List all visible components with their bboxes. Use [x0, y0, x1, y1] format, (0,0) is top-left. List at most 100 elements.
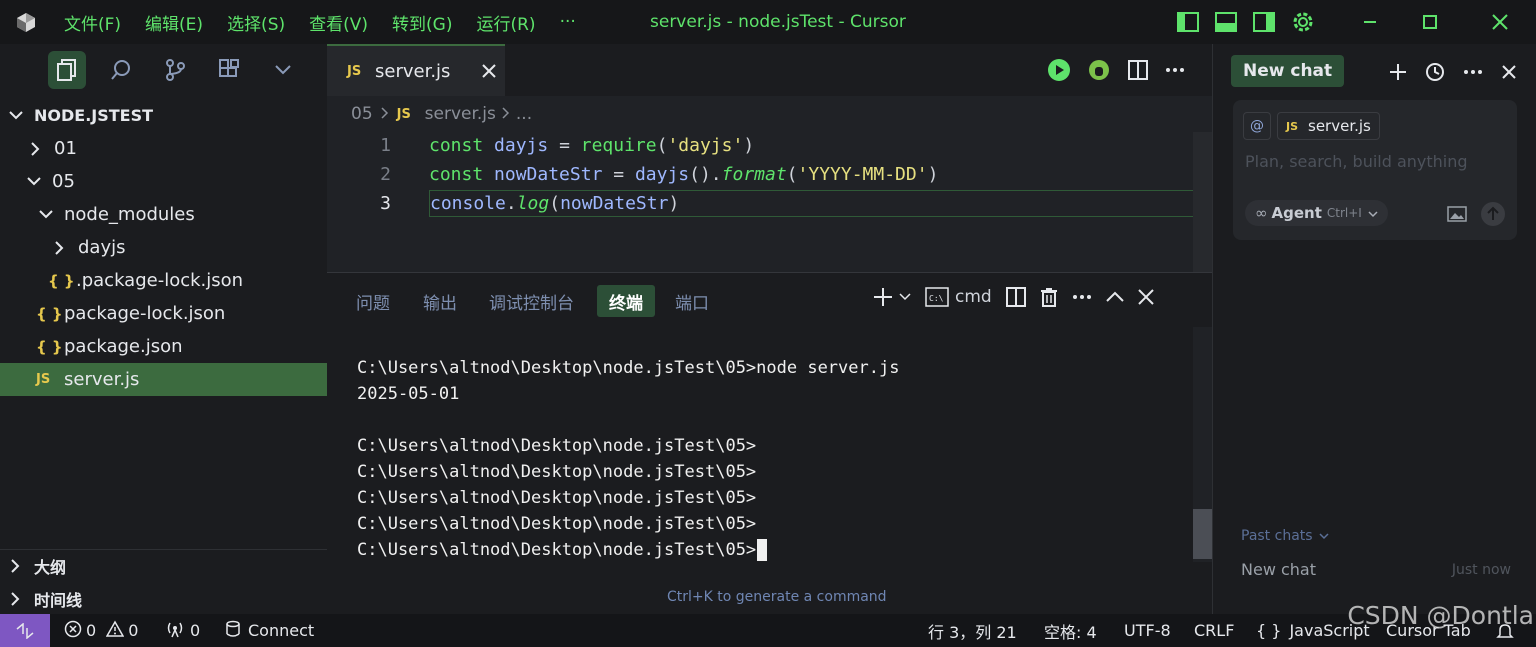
chevron-down-icon[interactable] — [264, 51, 302, 89]
connect-status[interactable]: Connect — [226, 614, 314, 647]
line-number: 2 — [380, 164, 391, 185]
tab-terminal[interactable]: 终端 — [597, 285, 655, 317]
file-server-js[interactable]: JS server.js — [0, 363, 327, 396]
terminal-line: C:\Users\altnod\Desktop\node.jsTest\05>n… — [357, 358, 900, 378]
chat-input-placeholder[interactable]: Plan, search, build anything — [1245, 152, 1468, 171]
search-icon[interactable] — [102, 51, 140, 89]
code-line-3[interactable]: 3 console. log(nowDateStr) — [327, 189, 1212, 218]
add-context-button[interactable]: @ — [1243, 112, 1271, 140]
run-icon[interactable] — [1047, 58, 1071, 82]
outline-section-header[interactable]: 大纲 — [0, 549, 327, 582]
problems-status[interactable]: 0 0 — [64, 614, 138, 647]
folder-05[interactable]: 05 — [0, 165, 327, 198]
more-actions-icon[interactable] — [1165, 67, 1185, 73]
new-chat-tab[interactable]: New chat — [1231, 55, 1345, 87]
terminal-shell-label[interactable]: cmd — [955, 287, 992, 307]
outline-title: 大纲 — [34, 558, 67, 577]
tab-debug-console[interactable]: 调试控制台 — [489, 285, 574, 317]
close-chat-icon[interactable] — [1501, 64, 1517, 80]
tab-ports[interactable]: 端口 — [675, 285, 709, 317]
menu-file[interactable]: 文件(F) — [64, 10, 121, 35]
cursor-position[interactable]: 行 3，列 21 — [928, 614, 1017, 647]
token: ( — [549, 193, 561, 214]
add-chat-icon[interactable] — [1389, 63, 1407, 81]
terminal-scrollbar[interactable] — [1193, 327, 1212, 562]
past-chats-header[interactable]: Past chats — [1241, 528, 1329, 544]
context-file-pill[interactable]: JS server.js — [1277, 112, 1380, 140]
editor-scrollbar[interactable] — [1193, 132, 1212, 272]
breadcrumb-file[interactable]: server.js — [425, 104, 496, 124]
file-package-lock[interactable]: { } package-lock.json — [0, 297, 327, 330]
scrollbar-thumb[interactable] — [1193, 509, 1212, 559]
encoding[interactable]: UTF-8 — [1124, 614, 1171, 647]
toggle-primary-sidebar-icon[interactable] — [1176, 11, 1200, 33]
trash-icon[interactable] — [1040, 287, 1058, 307]
folder-dayjs[interactable]: dayjs — [0, 231, 327, 264]
token: format — [721, 164, 787, 185]
agent-mode-selector[interactable]: ∞ Agent Ctrl+I — [1245, 200, 1388, 226]
split-terminal-icon[interactable] — [1005, 287, 1026, 307]
close-panel-icon[interactable] — [1137, 289, 1154, 305]
minimize-icon[interactable] — [1350, 14, 1390, 30]
folder-node-modules[interactable]: node_modules — [0, 198, 327, 231]
menu-more[interactable]: ··· — [560, 12, 576, 32]
menu-go[interactable]: 转到(G) — [392, 10, 452, 35]
maximize-icon[interactable] — [1390, 14, 1470, 30]
ports-status[interactable]: 0 — [166, 614, 200, 647]
timeline-section-header[interactable]: 时间线 — [0, 582, 327, 615]
close-window-icon[interactable] — [1470, 13, 1530, 31]
menu-run[interactable]: 运行(R) — [476, 10, 535, 35]
tab-output[interactable]: 输出 — [423, 285, 457, 317]
close-tab-icon[interactable] — [482, 64, 497, 78]
toggle-secondary-sidebar-icon[interactable] — [1252, 11, 1276, 33]
new-terminal-icon[interactable] — [873, 287, 893, 307]
extensions-icon[interactable] — [210, 51, 248, 89]
remote-indicator-icon[interactable] — [0, 614, 50, 647]
toggle-panel-icon[interactable] — [1214, 11, 1238, 33]
menu-view[interactable]: 查看(V) — [309, 10, 368, 35]
file-hidden-package-lock[interactable]: { } .package-lock.json — [0, 264, 327, 297]
warning-count: 0 — [128, 621, 139, 640]
chevron-down-icon[interactable] — [899, 293, 911, 301]
status-bar: 0 0 0 Connect 行 3，列 21 空格: 4 UTF-8 CRLF … — [0, 614, 1536, 647]
menu-edit[interactable]: 编辑(E) — [145, 10, 203, 35]
code-line-2[interactable]: 2 const nowDateStr = dayjs().format('YYY… — [327, 160, 1212, 189]
tab-label: server.js — [375, 60, 451, 82]
chat-input-box[interactable]: @ JS server.js Plan, search, build anyth… — [1233, 100, 1517, 240]
title-bar: 文件(F) 编辑(E) 选择(S) 查看(V) 转到(G) 运行(R) ··· … — [0, 0, 1536, 44]
past-chat-item[interactable]: New chat Just now — [1241, 560, 1511, 582]
broadcast-icon — [166, 620, 184, 642]
debug-run-icon[interactable] — [1087, 58, 1111, 82]
explorer-icon[interactable] — [48, 51, 86, 89]
line-ending[interactable]: CRLF — [1194, 614, 1234, 647]
tab-server-js[interactable]: JS server.js — [327, 44, 505, 96]
folder-01[interactable]: 01 — [0, 132, 327, 165]
settings-gear-icon[interactable] — [1290, 9, 1316, 35]
past-chat-title: New chat — [1241, 560, 1316, 579]
tab-problems[interactable]: 问题 — [356, 285, 390, 317]
agent-shortcut: Ctrl+I — [1326, 206, 1362, 220]
code-editor[interactable]: 05 JS server.js ... 1 const dayjs = requ… — [327, 96, 1212, 272]
ports-count: 0 — [190, 621, 201, 640]
token: dayjs — [634, 164, 690, 185]
line-number: 1 — [380, 135, 391, 156]
file-package-json[interactable]: { } package.json — [0, 330, 327, 363]
code-line-1[interactable]: 1 const dayjs = require('dayjs') — [327, 131, 1212, 160]
explorer-root-header[interactable]: NODE.JSTEST — [0, 99, 327, 132]
history-icon[interactable] — [1425, 62, 1445, 82]
source-control-icon[interactable] — [156, 51, 194, 89]
indentation[interactable]: 空格: 4 — [1044, 614, 1097, 647]
more-actions-icon[interactable] — [1463, 69, 1483, 75]
explorer-root-title: NODE.JSTEST — [34, 106, 154, 125]
breadcrumb-folder[interactable]: 05 — [351, 104, 373, 124]
chevron-down-icon — [1368, 204, 1378, 222]
more-actions-icon[interactable] — [1072, 294, 1092, 300]
split-editor-icon[interactable] — [1127, 59, 1149, 81]
send-button[interactable] — [1481, 202, 1505, 226]
breadcrumb-more[interactable]: ... — [516, 104, 532, 124]
terminal-line: 2025-05-01 — [357, 384, 460, 404]
maximize-panel-icon[interactable] — [1105, 291, 1124, 303]
image-icon[interactable] — [1447, 206, 1467, 222]
js-file-icon: JS — [36, 372, 51, 387]
menu-select[interactable]: 选择(S) — [227, 10, 285, 35]
